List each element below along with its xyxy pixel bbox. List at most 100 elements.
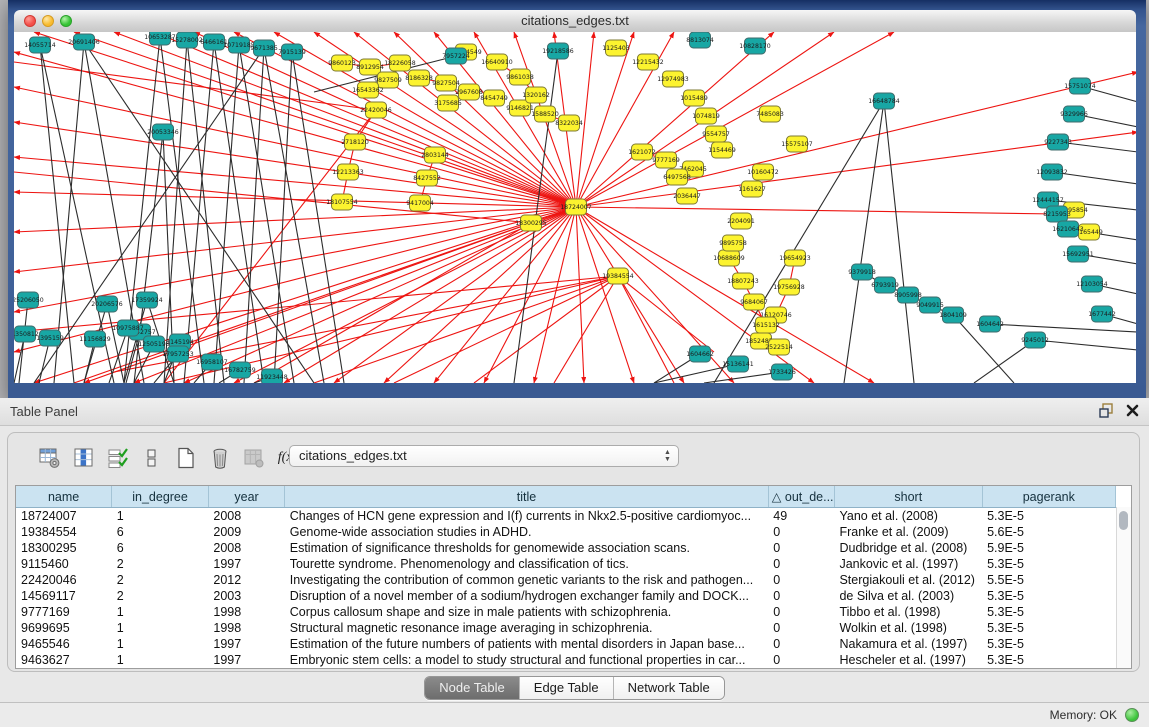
table-row[interactable]: 1830029562008Estimation of significance … (16, 540, 1116, 556)
table-cell[interactable]: 0 (768, 588, 834, 604)
table-cell[interactable]: 5.6E-5 (982, 524, 1115, 540)
network-node[interactable]: 2036447 (673, 188, 701, 204)
table-cell[interactable]: 1 (112, 620, 209, 636)
tab-edge-table[interactable]: Edge Table (519, 677, 613, 699)
network-node[interactable]: 6497568 (663, 169, 691, 185)
table-cell[interactable]: Stergiakouli et al. (2012) (834, 572, 982, 588)
network-node[interactable]: 1320162 (522, 87, 550, 103)
network-view[interactable]: 9860123891295418226058982750981863281654… (14, 32, 1136, 383)
network-edge[interactable] (14, 52, 576, 207)
network-edge[interactable] (394, 276, 618, 383)
network-edge[interactable] (254, 223, 531, 383)
table-scrollbar-thumb[interactable] (1119, 511, 1128, 530)
table-cell[interactable]: 9465546 (16, 636, 112, 652)
table-cell[interactable]: Tourette syndrome. Phenomenology and cla… (285, 556, 769, 572)
network-node[interactable]: 1125403 (602, 40, 630, 56)
network-node[interactable]: 1804109 (939, 307, 967, 323)
network-edge[interactable] (884, 101, 914, 383)
table-cell[interactable]: Tibbo et al. (1998) (834, 604, 982, 620)
network-node[interactable]: 1677442 (1088, 306, 1116, 322)
network-node[interactable]: 2967608 (455, 84, 483, 100)
network-node[interactable]: 9895758 (719, 235, 747, 251)
network-node[interactable]: 6793919 (871, 277, 899, 293)
table-cell[interactable]: 2 (112, 572, 209, 588)
network-node[interactable]: 19218586 (542, 43, 574, 59)
network-node[interactable]: 9861038 (506, 69, 534, 85)
network-node[interactable]: 1604662 (686, 346, 714, 362)
table-cell[interactable]: 18724007 (16, 508, 112, 525)
network-node[interactable]: 2204091 (727, 213, 755, 229)
network-node[interactable]: 20691406 (68, 34, 100, 50)
network-node[interactable]: 7915139 (278, 44, 306, 60)
network-node[interactable]: 9049915 (916, 297, 944, 313)
network-edge[interactable] (474, 276, 618, 383)
network-node[interactable]: 9684067 (740, 294, 768, 310)
network-edge[interactable] (618, 276, 674, 383)
table-cell[interactable]: 5.5E-5 (982, 572, 1115, 588)
network-node[interactable]: 9379918 (848, 264, 876, 280)
network-node[interactable]: 20053346 (147, 124, 179, 140)
network-node[interactable]: 9671385 (250, 40, 278, 56)
table-cell[interactable]: Dudbridge et al. (2008) (834, 540, 982, 556)
network-node[interactable]: 15136141 (722, 356, 754, 372)
table-cell[interactable]: 0 (768, 540, 834, 556)
table-cell[interactable]: 2008 (208, 508, 284, 525)
table-cell[interactable]: Wolkin et al. (1998) (834, 620, 982, 636)
table-cell[interactable]: 2012 (208, 572, 284, 588)
network-node[interactable]: 9417004 (406, 195, 434, 211)
table-cell[interactable]: Genome-wide association studies in ADHD. (285, 524, 769, 540)
table-cell[interactable]: 9463627 (16, 652, 112, 668)
table-cell[interactable]: 1998 (208, 620, 284, 636)
table-cell[interactable]: 18300295 (16, 540, 112, 556)
network-node[interactable]: 9777169 (652, 152, 680, 168)
network-node[interactable]: 10688609 (713, 250, 745, 266)
network-node[interactable]: 8905998 (894, 287, 922, 303)
table-cell[interactable]: 0 (768, 652, 834, 668)
table-cell[interactable]: 0 (768, 556, 834, 572)
network-edge[interactable] (576, 207, 634, 383)
network-node[interactable]: 1733426 (768, 364, 796, 380)
table-cell[interactable]: de Silva et al. (2003) (834, 588, 982, 604)
table-cell[interactable]: 0 (768, 604, 834, 620)
network-edge[interactable] (284, 207, 576, 383)
network-edge[interactable] (34, 207, 576, 383)
table-cell[interactable]: 5.3E-5 (982, 508, 1115, 525)
network-node[interactable]: 9860123 (328, 55, 356, 71)
network-node[interactable]: 7485083 (756, 106, 784, 122)
network-edge[interactable] (576, 32, 894, 207)
table-cell[interactable]: 5.9E-5 (982, 540, 1115, 556)
network-node[interactable]: 9227343 (1044, 134, 1072, 150)
table-cell[interactable]: 19384554 (16, 524, 112, 540)
table-cell[interactable]: 1 (112, 652, 209, 668)
network-node[interactable]: 1615132 (752, 317, 780, 333)
table-cell[interactable]: 9115460 (16, 556, 112, 572)
network-node[interactable]: 14055714 (24, 37, 56, 53)
network-node[interactable]: 1161627 (738, 181, 766, 197)
network-edge[interactable] (1035, 340, 1136, 350)
table-cell[interactable]: 5.3E-5 (982, 636, 1115, 652)
network-node[interactable]: 1015489 (680, 90, 708, 106)
table-selector-dropdown[interactable]: citations_edges.txt ▲▼ (289, 445, 679, 467)
column-header-title[interactable]: title (285, 486, 769, 508)
network-node[interactable]: 22420046 (360, 102, 392, 118)
network-edge[interactable] (618, 276, 714, 352)
table-cell[interactable]: 9777169 (16, 604, 112, 620)
tab-network-table[interactable]: Network Table (613, 677, 724, 699)
network-node[interactable]: 8322034 (555, 115, 583, 131)
network-node[interactable]: 2803144 (421, 147, 449, 163)
network-node[interactable]: 10160472 (747, 164, 779, 180)
table-row[interactable]: 911546021997Tourette syndrome. Phenomeno… (16, 556, 1116, 572)
network-node[interactable]: 2522514 (765, 339, 793, 355)
network-node[interactable]: 12974983 (657, 71, 689, 87)
network-node[interactable]: 17359924 (131, 292, 163, 308)
table-cell[interactable]: 5.3E-5 (982, 588, 1115, 604)
table-cell[interactable]: Changes of HCN gene expression and I(f) … (285, 508, 769, 525)
table-cell[interactable]: 2008 (208, 540, 284, 556)
network-window-titlebar[interactable]: citations_edges.txt (14, 10, 1136, 33)
table-cell[interactable]: 1997 (208, 652, 284, 668)
table-cell[interactable]: Estimation of significance thresholds fo… (285, 540, 769, 556)
network-node[interactable]: 18807243 (727, 273, 759, 289)
table-row[interactable]: 1938455462009Genome-wide association stu… (16, 524, 1116, 540)
network-edge[interactable] (576, 207, 874, 383)
network-node[interactable]: 16782759 (224, 362, 256, 378)
